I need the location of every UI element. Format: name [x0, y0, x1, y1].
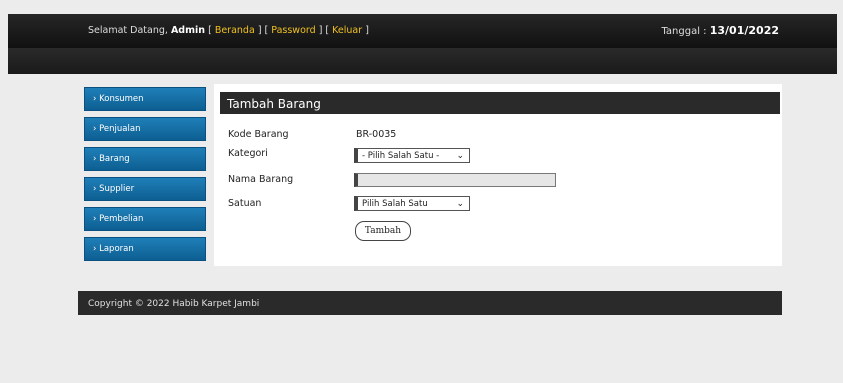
date-display: Tanggal : 13/01/2022: [661, 24, 779, 37]
link-password[interactable]: Password: [271, 25, 315, 36]
kategori-selected: - Pilih Salah Satu -: [362, 151, 440, 161]
link-beranda[interactable]: Beranda: [215, 25, 255, 36]
kategori-select[interactable]: - Pilih Salah Satu - ⌄: [354, 148, 470, 163]
sidebar-item-penjualan[interactable]: › Penjualan: [84, 117, 206, 141]
date-value: 13/01/2022: [709, 24, 779, 37]
nama-barang-input[interactable]: [354, 173, 556, 187]
welcome-prefix: Selamat Datang,: [88, 25, 168, 36]
welcome-text: Selamat Datang, Admin [ Beranda ] [ Pass…: [88, 25, 369, 36]
sidebar-item-barang[interactable]: › Barang: [84, 147, 206, 171]
tambah-button[interactable]: Tambah: [355, 221, 411, 241]
kategori-label: Kategori: [228, 148, 268, 159]
kode-barang-value: BR-0035: [356, 129, 397, 140]
footer: Copyright © 2022 Habib Karpet Jambi: [78, 291, 782, 315]
kode-barang-label: Kode Barang: [228, 129, 289, 140]
date-label: Tanggal :: [661, 26, 707, 37]
nama-barang-label: Nama Barang: [228, 174, 294, 185]
sidebar-item-laporan[interactable]: › Laporan: [84, 237, 206, 261]
sidebar-menu: › Konsumen › Penjualan › Barang › Suppli…: [84, 87, 206, 267]
main-content: Tambah Barang Kode Barang BR-0035 Katego…: [214, 84, 782, 266]
chevron-down-icon: ⌄: [456, 199, 464, 209]
user-name: Admin: [170, 25, 206, 36]
sidebar-item-konsumen[interactable]: › Konsumen: [84, 87, 206, 111]
nav-strip: [8, 48, 837, 74]
chevron-down-icon: ⌄: [456, 151, 464, 161]
sidebar-item-pembelian[interactable]: › Pembelian: [84, 207, 206, 231]
satuan-selected: Pilih Salah Satu: [362, 199, 428, 209]
page-title: Tambah Barang: [220, 92, 780, 114]
satuan-label: Satuan: [228, 198, 262, 209]
satuan-select[interactable]: Pilih Salah Satu ⌄: [354, 196, 470, 211]
link-keluar[interactable]: Keluar: [332, 25, 362, 36]
sidebar-item-supplier[interactable]: › Supplier: [84, 177, 206, 201]
